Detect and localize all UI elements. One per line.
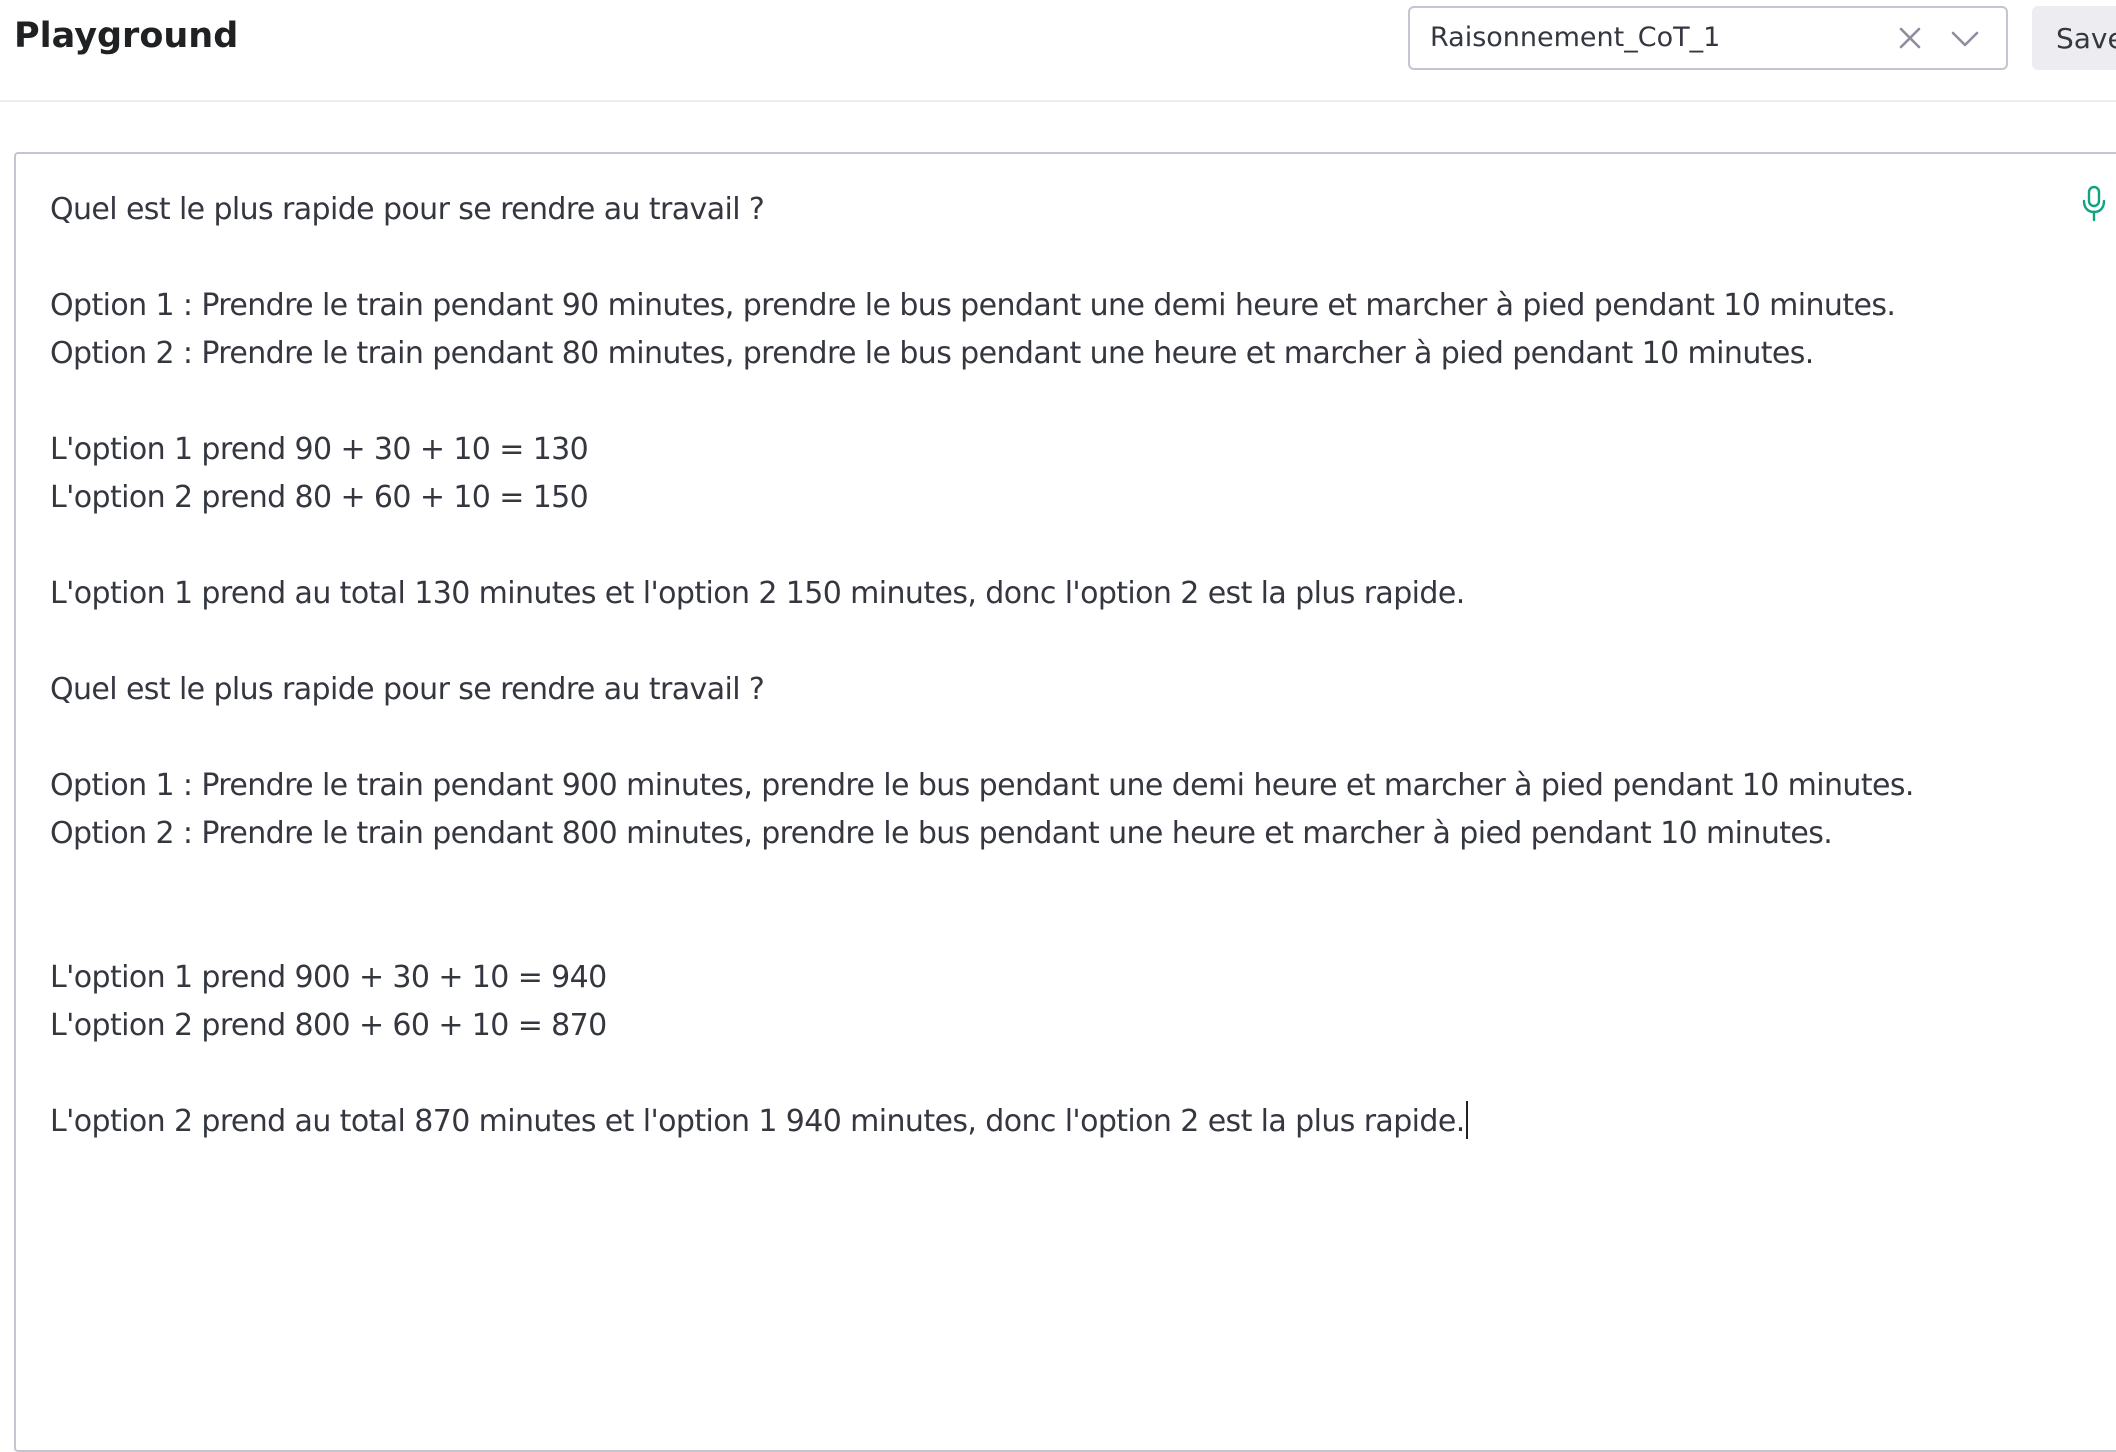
close-icon[interactable]	[1894, 22, 1926, 54]
microphone-icon[interactable]	[2078, 184, 2110, 224]
chevron-down-icon[interactable]	[1948, 22, 1982, 54]
top-bar: Playground Raisonnement_CoT_1 Save	[0, 0, 2116, 102]
preset-select[interactable]: Raisonnement_CoT_1	[1408, 6, 2008, 70]
preset-select-value: Raisonnement_CoT_1	[1430, 22, 1721, 53]
text-cursor	[1465, 1101, 1468, 1139]
save-button[interactable]: Save	[2032, 6, 2116, 70]
prompt-text[interactable]: Quel est le plus rapide pour se rendre a…	[50, 186, 2050, 1146]
prompt-text-content: Quel est le plus rapide pour se rendre a…	[50, 192, 1914, 1139]
page-title: Playground	[14, 16, 239, 56]
prompt-editor[interactable]: Quel est le plus rapide pour se rendre a…	[14, 152, 2116, 1452]
